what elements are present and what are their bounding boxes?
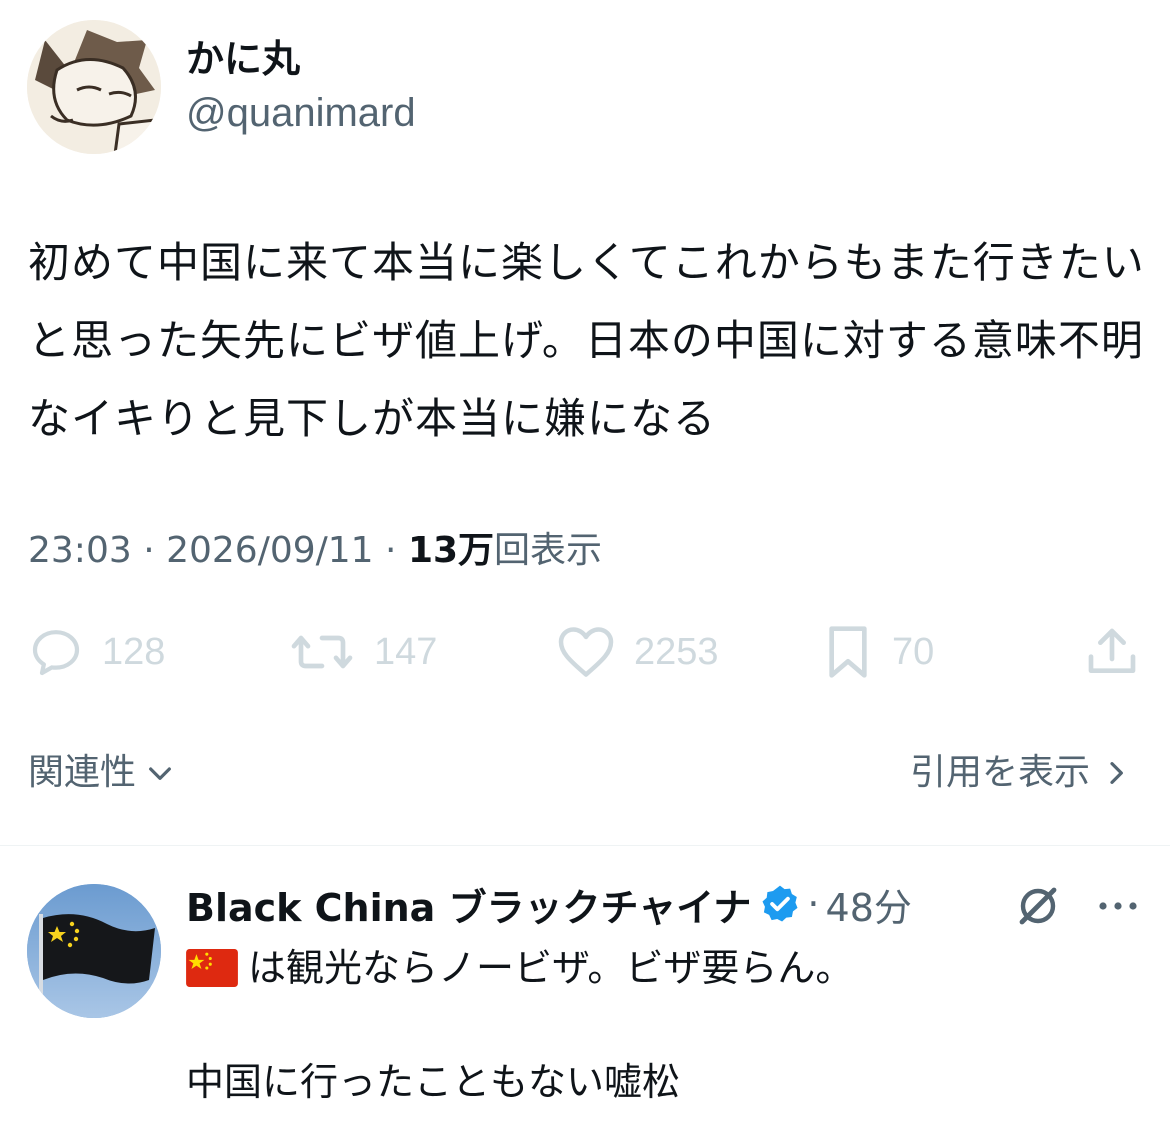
view-quotes-link[interactable]: 引用を表示: [910, 748, 1132, 798]
wolf-avatar-icon: [27, 20, 161, 154]
tweet-text: 初めて中国に来て本当に楽しくてこれからもまた行きたいと思った矢先にビザ値上げ。日…: [28, 238, 1145, 443]
like-button[interactable]: 2253: [556, 620, 719, 684]
more-icon: [1099, 902, 1137, 910]
tweet-meta: 23:03 · 2026/09/11 · 13万回表示: [28, 526, 602, 576]
author-avatar[interactable]: [27, 20, 161, 154]
black-flag-avatar-icon: [27, 884, 161, 1018]
chevron-down-icon: [149, 767, 171, 780]
tweet-date[interactable]: 2026/09/11: [166, 530, 374, 571]
reply-author-avatar[interactable]: [27, 884, 161, 1018]
bookmark-icon: [829, 626, 867, 678]
more-options-button[interactable]: [1094, 882, 1142, 934]
retweet-button[interactable]: 147: [288, 620, 437, 684]
china-flag-emoji: [186, 949, 238, 987]
grok-button[interactable]: [1014, 882, 1062, 934]
quotes-label: 引用を表示: [909, 752, 1090, 793]
author-display-name[interactable]: かに丸: [186, 36, 300, 82]
meta-separator: ·: [385, 530, 408, 571]
reply-text-line1: は観光ならノービザ。ビザ要らん。: [186, 940, 853, 996]
sort-relevance-dropdown[interactable]: 関連性: [28, 748, 176, 798]
like-count: 2253: [634, 630, 719, 673]
reply-text-line2: 中国に行ったこともない嘘松: [186, 1060, 681, 1104]
reply-count: 128: [102, 630, 166, 673]
like-icon: [558, 627, 614, 677]
share-icon: [1088, 628, 1136, 673]
views-label: 回表示: [494, 530, 603, 571]
grok-icon: [1019, 887, 1057, 925]
tweet-time[interactable]: 23:03: [28, 530, 132, 571]
share-button[interactable]: [1084, 620, 1140, 684]
reply-icon: [32, 630, 80, 676]
verified-badge-icon: [762, 885, 798, 922]
bookmark-button[interactable]: 70: [822, 620, 934, 684]
retweet-icon: [291, 635, 353, 669]
chevron-right-icon: [1110, 762, 1123, 784]
bookmark-count: 70: [892, 630, 935, 673]
section-divider: [0, 845, 1170, 846]
sort-label: 関連性: [28, 752, 137, 793]
reply-display-name[interactable]: Black China ブラックチャイナ: [186, 877, 751, 932]
retweet-count: 147: [374, 630, 438, 673]
reply-time[interactable]: 48分: [826, 877, 912, 932]
reply-button[interactable]: 128: [28, 620, 165, 684]
reply-time-separator: ·: [807, 882, 820, 926]
reply-header: Black China ブラックチャイナ · 48分: [186, 878, 912, 930]
meta-separator: ·: [143, 530, 167, 571]
author-handle[interactable]: @quanimard: [186, 88, 416, 138]
reply-text: は観光ならノービザ。ビザ要らん。: [248, 946, 854, 990]
views-count: 13万: [407, 530, 495, 571]
